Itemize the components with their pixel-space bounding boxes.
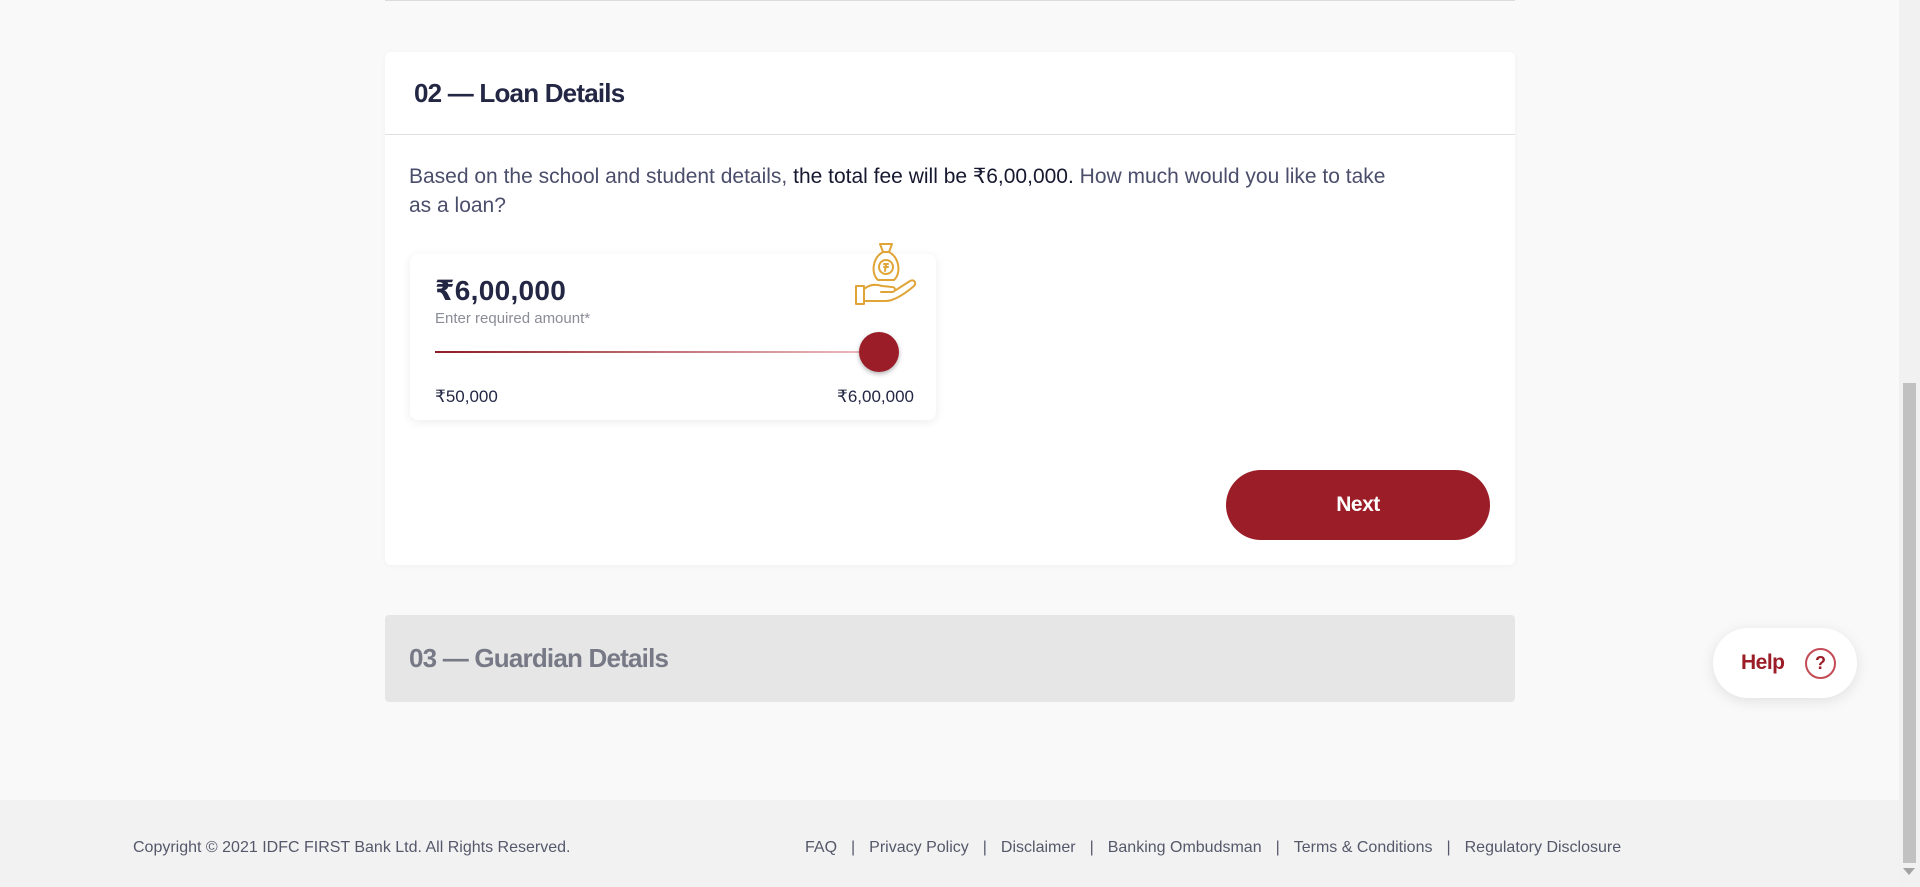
slider-max-label: ₹6,00,000: [837, 387, 914, 406]
footer-separator: |: [1446, 839, 1451, 856]
footer-copyright: Copyright © 2021 IDFC FIRST Bank Ltd. Al…: [133, 839, 571, 856]
description-total-fee: the total fee will be ₹6,00,000.: [793, 165, 1074, 188]
footer-separator: |: [851, 839, 856, 856]
scrollbar-thumb[interactable]: [1903, 383, 1916, 863]
page: 02 — Loan Details Based on the school an…: [0, 0, 1899, 887]
footer-link-terms-conditions[interactable]: Terms & Conditions: [1294, 839, 1433, 857]
footer-links: FAQ | Privacy Policy | Disclaimer | Bank…: [805, 839, 1621, 857]
loan-details-header: 02 — Loan Details: [385, 52, 1515, 135]
question-circle-icon: ?: [1805, 648, 1836, 679]
vertical-scrollbar[interactable]: [1899, 0, 1920, 887]
loan-amount-box: ₹6,00,000 Enter required amount* ₹50,000…: [410, 243, 936, 420]
footer-link-privacy-policy[interactable]: Privacy Policy: [869, 839, 969, 857]
footer-separator: |: [1089, 839, 1094, 856]
footer-link-regulatory-disclosure[interactable]: Regulatory Disclosure: [1465, 839, 1622, 857]
slider-fill: [435, 351, 879, 353]
previous-section-edge: [385, 0, 1515, 1]
loan-amount-slider[interactable]: [435, 327, 899, 377]
money-bag-in-hand-icon: [855, 243, 917, 305]
loan-details-description: Based on the school and student details,…: [409, 162, 1399, 220]
loan-details-card: 02 — Loan Details Based on the school an…: [385, 52, 1515, 565]
footer-separator: |: [1275, 839, 1280, 856]
loan-details-title: 02 — Loan Details: [414, 77, 625, 108]
guardian-details-title: 03 — Guardian Details: [409, 643, 669, 673]
description-text-start: Based on the school and student details,: [409, 165, 794, 188]
loan-amount-value[interactable]: ₹6,00,000: [435, 274, 566, 307]
footer-link-disclaimer[interactable]: Disclaimer: [1001, 839, 1076, 857]
footer-link-faq[interactable]: FAQ: [805, 839, 837, 857]
slider-thumb[interactable]: [859, 332, 899, 372]
footer-link-banking-ombudsman[interactable]: Banking Ombudsman: [1108, 839, 1262, 857]
slider-min-label: ₹50,000: [435, 387, 498, 406]
next-button[interactable]: Next: [1226, 470, 1490, 540]
loan-amount-hint: Enter required amount*: [435, 310, 591, 327]
help-button[interactable]: Help ?: [1713, 628, 1857, 698]
footer-separator: |: [982, 839, 987, 856]
footer: Copyright © 2021 IDFC FIRST Bank Ltd. Al…: [0, 800, 1899, 887]
help-label: Help: [1741, 651, 1785, 674]
scroll-down-arrow-icon[interactable]: [1903, 868, 1915, 875]
guardian-details-card[interactable]: 03 — Guardian Details: [385, 615, 1515, 702]
